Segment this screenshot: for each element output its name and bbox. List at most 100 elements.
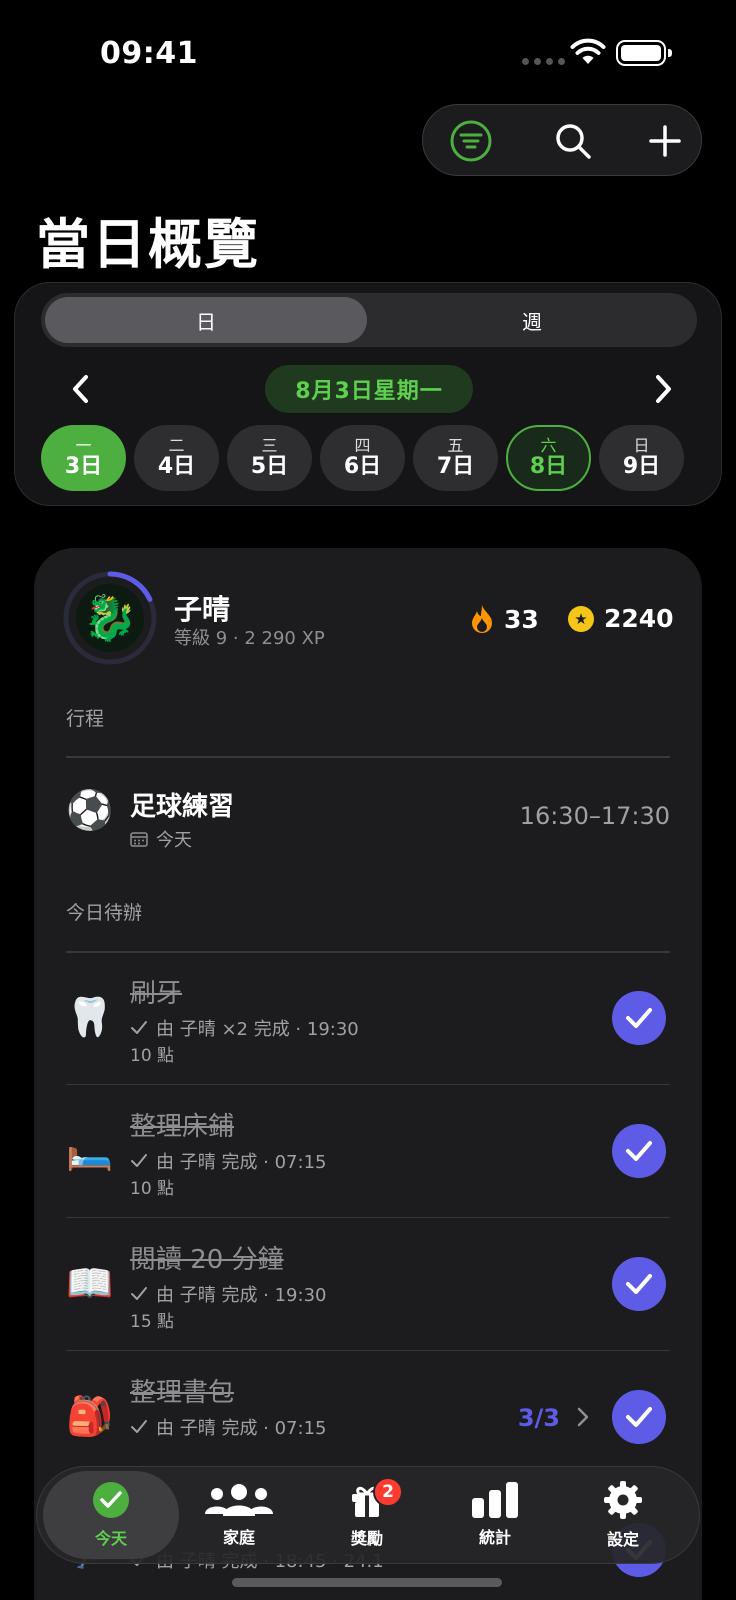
tab-family[interactable]: 家庭	[171, 1471, 307, 1559]
small-check-icon	[131, 1154, 147, 1167]
event-time: 16:30–17:30	[519, 802, 670, 830]
search-button[interactable]	[543, 111, 603, 171]
tab-label: 統計	[478, 1528, 511, 1547]
checkmark-icon	[626, 1274, 652, 1294]
wifi-icon	[570, 38, 606, 64]
task-completed-by-label: 由 子晴 完成 · 19:30	[156, 1285, 327, 1306]
tab-label: 今天	[94, 1529, 127, 1548]
home-indicator[interactable]	[232, 1578, 502, 1587]
day-chip-tue[interactable]: 二 4日	[134, 425, 219, 491]
day-chip-sun[interactable]: 日 9日	[599, 425, 684, 491]
plus-icon	[649, 125, 681, 157]
current-date-label[interactable]: 8月3日星期一	[265, 365, 473, 413]
task-completed-by: 由 子晴 完成 · 19:30	[130, 1281, 326, 1307]
calendar-icon	[130, 832, 148, 847]
tab-stats[interactable]: 統計	[427, 1471, 563, 1559]
event-when: 今天	[130, 826, 192, 852]
next-date-button[interactable]	[643, 369, 683, 409]
backpack-icon: 🎒	[66, 1394, 114, 1438]
day-date: 7日	[436, 453, 475, 479]
day-name: 六	[540, 436, 557, 456]
tab-label: 家庭	[222, 1528, 255, 1547]
small-check-icon	[131, 1021, 147, 1034]
search-icon	[556, 124, 591, 159]
task-title: 整理書包	[130, 1378, 235, 1408]
streak-counter: 33	[470, 604, 539, 634]
avatar[interactable]: 🐉	[62, 570, 158, 666]
day-chip-wed[interactable]: 三 5日	[227, 425, 312, 491]
flame-icon	[472, 605, 492, 633]
task-completed-by-label: 由 子晴 完成 · 07:15	[156, 1152, 327, 1173]
task-row[interactable]: 🎒 整理書包 由 子晴 完成 · 07:15 3/3	[66, 1352, 670, 1484]
day-chip-mon[interactable]: 一 3日	[41, 425, 126, 491]
user-level: 等級 9 · 2 290 XP	[174, 628, 325, 649]
divider	[66, 1216, 670, 1218]
task-title: 刷牙	[130, 979, 183, 1009]
task-progress: 3/3	[517, 1404, 560, 1432]
dragon-avatar-icon: 🐉	[76, 584, 144, 652]
task-points: 10 點	[130, 1179, 175, 1199]
people-icon	[205, 1484, 273, 1516]
day-date: 3日	[64, 453, 103, 479]
task-complete-toggle[interactable]	[612, 1390, 666, 1444]
event-row[interactable]: ⚽ 足球練習 今天 16:30–17:30	[66, 774, 670, 854]
section-todo: 今日待辦	[66, 902, 143, 924]
task-row[interactable]: 📖 閱讀 20 分鐘 由 子晴 完成 · 19:30 15 點	[66, 1219, 670, 1351]
chevron-right-icon	[656, 375, 671, 403]
status-bar: 09:41	[0, 0, 736, 100]
user-name: 子晴	[174, 593, 231, 626]
task-completed-by-label: 由 子晴 ×2 完成 · 19:30	[156, 1019, 359, 1040]
day-chip-thu[interactable]: 四 6日	[320, 425, 405, 491]
small-check-icon	[131, 1420, 147, 1433]
bar-chart-icon	[472, 1482, 518, 1518]
task-row[interactable]: 🦷 刷牙 由 子晴 ×2 完成 · 19:30 10 點	[66, 953, 670, 1085]
day-chip-sat[interactable]: 六 8日	[506, 425, 591, 491]
day-date: 6日	[343, 453, 382, 479]
filter-button[interactable]	[441, 111, 501, 171]
section-schedule: 行程	[66, 708, 105, 730]
day-date: 4日	[157, 453, 196, 479]
task-complete-toggle[interactable]	[612, 991, 666, 1045]
task-title: 整理床鋪	[130, 1112, 235, 1142]
task-completed-by: 由 子晴 ×2 完成 · 19:30	[130, 1015, 359, 1041]
tab-settings[interactable]: 設定	[555, 1471, 691, 1559]
status-time: 09:41	[100, 36, 198, 71]
task-points: 10 點	[130, 1046, 175, 1066]
segment-day[interactable]: 日	[45, 297, 367, 343]
checkmark-icon	[626, 1141, 652, 1161]
day-name: 五	[447, 436, 464, 456]
day-date: 5日	[250, 453, 289, 479]
task-completed-by: 由 子晴 完成 · 07:15	[130, 1414, 326, 1440]
star-coin-icon: ★	[568, 605, 594, 632]
day-name: 三	[261, 436, 278, 456]
add-button[interactable]	[635, 111, 695, 171]
task-completed-by-label: 由 子晴 完成 · 07:15	[156, 1418, 327, 1439]
top-toolbar	[422, 104, 702, 176]
bottom-tab-bar: 今天 家庭 2 獎勵 統計 設定	[36, 1466, 700, 1564]
view-segmented-control: 日 週	[41, 293, 697, 347]
tab-rewards[interactable]: 2 獎勵	[299, 1471, 435, 1559]
day-date: 9日	[622, 453, 661, 479]
task-row[interactable]: 🛏️ 整理床鋪 由 子晴 完成 · 07:15 10 點	[66, 1086, 670, 1218]
event-title: 足球練習	[130, 792, 235, 822]
previous-date-button[interactable]	[61, 369, 101, 409]
rewards-badge: 2	[373, 1477, 403, 1507]
soccer-ball-icon: ⚽	[66, 788, 114, 832]
day-name: 四	[354, 436, 371, 456]
tab-today[interactable]: 今天	[43, 1471, 179, 1559]
divider	[66, 1083, 670, 1085]
day-chip-fri[interactable]: 五 7日	[413, 425, 498, 491]
task-points: 15 點	[130, 1312, 175, 1332]
day-name: 一	[75, 436, 92, 456]
page-title: 當日概覽	[36, 213, 260, 276]
coin-value: 2240	[604, 604, 674, 633]
segment-week[interactable]: 週	[371, 297, 693, 343]
cellular-signal-icon	[522, 58, 565, 65]
week-day-strip: 一 3日 二 4日 三 5日 四 6日 五 7日 六 8日 日 9日	[41, 425, 701, 491]
task-complete-toggle[interactable]	[612, 1257, 666, 1311]
filter-icon	[450, 120, 492, 162]
checkmark-icon	[626, 1407, 652, 1427]
task-complete-toggle[interactable]	[612, 1124, 666, 1178]
chevron-right-icon[interactable]	[576, 1406, 590, 1428]
small-check-icon	[131, 1287, 147, 1300]
